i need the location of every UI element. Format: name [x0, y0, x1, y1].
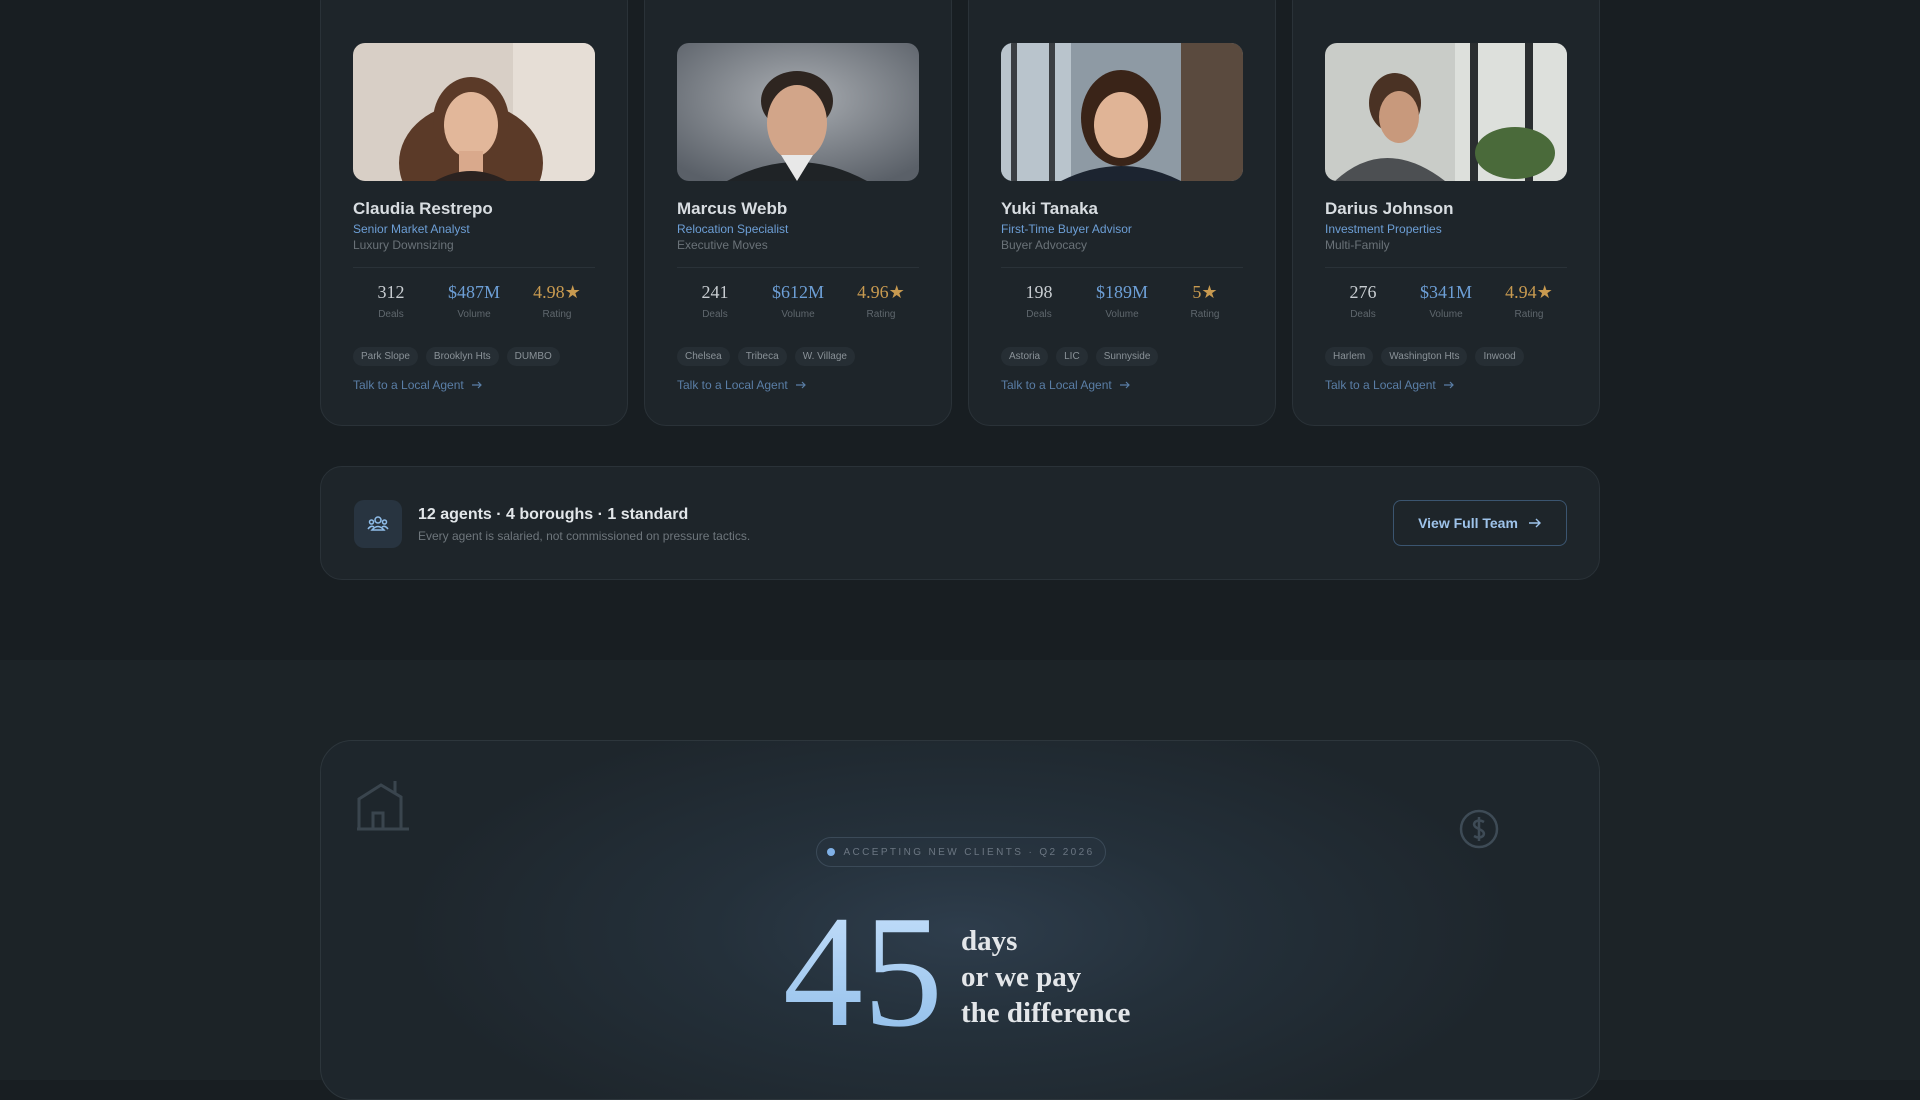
talk-to-agent-link[interactable]: Talk to a Local Agent — [1001, 378, 1131, 392]
arrow-right-icon — [471, 381, 482, 389]
agent-photo — [353, 43, 595, 181]
house-icon — [357, 781, 409, 831]
team-subtitle: Every agent is salaried, not commissione… — [418, 529, 751, 543]
status-dot — [827, 848, 836, 856]
talk-to-agent-link[interactable]: Talk to a Local Agent — [677, 378, 807, 392]
agent-role: Senior Market Analyst — [353, 222, 470, 236]
agent-name: Claudia Restrepo — [353, 199, 493, 218]
stat-volume: $612M Volume — [771, 282, 824, 320]
badge-label: ACCEPTING NEW CLIENTS · Q2 2026 — [843, 846, 1095, 858]
agents-section: Claudia Restrepo Senior Market Analyst L… — [0, 0, 1920, 660]
area-tag: Tribeca — [737, 347, 787, 366]
stat-rating: 4.94★ Rating — [1505, 282, 1553, 320]
divider — [1325, 267, 1567, 268]
guarantee-days-number: 45 — [783, 882, 943, 1060]
agent-photo — [1325, 43, 1567, 181]
agent-photo — [1001, 43, 1243, 181]
arrow-right-icon — [1119, 381, 1130, 389]
stat-volume: $341M Volume — [1419, 282, 1472, 320]
agent-name: Darius Johnson — [1325, 199, 1454, 218]
agent-card: Darius Johnson Investment Properties Mul… — [1292, 0, 1600, 426]
area-tag: W. Village — [794, 347, 855, 366]
tagline-line: or we pay — [961, 961, 1082, 993]
agent-name: Yuki Tanaka — [1001, 199, 1099, 218]
stat-deals: 241 Deals — [701, 282, 729, 320]
stat-rating: 4.96★ Rating — [857, 282, 905, 320]
agent-role: Relocation Specialist — [677, 222, 789, 236]
guarantee-panel: ACCEPTING NEW CLIENTS · Q2 2026 45 days … — [320, 740, 1600, 1100]
status-badge: ACCEPTING NEW CLIENTS · Q2 2026 — [816, 837, 1106, 867]
divider — [677, 267, 919, 268]
arrow-right-icon — [1443, 381, 1454, 389]
agent-stats: 198 Deals $189M Volume 5★ Rating — [1001, 281, 1243, 321]
divider — [1001, 267, 1243, 268]
agent-card: Marcus Webb Relocation Specialist Execut… — [644, 0, 952, 426]
agent-specialty: Luxury Downsizing — [353, 238, 454, 252]
area-tag: LIC — [1056, 347, 1088, 366]
area-tags: Harlem Washington Hts Inwood — [1325, 347, 1575, 367]
stat-deals: 312 Deals — [377, 282, 405, 320]
agent-specialty: Buyer Advocacy — [1001, 238, 1088, 252]
stat-deals: 276 Deals — [1349, 282, 1377, 320]
view-full-team-button[interactable]: View Full Team — [1393, 500, 1567, 546]
divider — [353, 267, 595, 268]
cta-label: Talk to a Local Agent — [1325, 378, 1436, 392]
area-tag: Inwood — [1475, 347, 1524, 366]
agent-role: Investment Properties — [1325, 222, 1442, 236]
arrow-right-icon — [1528, 518, 1541, 528]
dollar-icon — [1459, 809, 1499, 849]
talk-to-agent-link[interactable]: Talk to a Local Agent — [1325, 378, 1455, 392]
agent-specialty: Multi-Family — [1325, 238, 1390, 252]
area-tag: Brooklyn Hts — [425, 347, 499, 366]
team-summary-bar: 12 agents · 4 boroughs · 1 standard Ever… — [320, 466, 1600, 580]
area-tags: Park Slope Brooklyn Hts DUMBO — [353, 347, 603, 367]
agent-photo — [677, 43, 919, 181]
stat-rating: 5★ Rating — [1190, 282, 1220, 320]
cta-label: Talk to a Local Agent — [353, 378, 464, 392]
area-tag: DUMBO — [506, 347, 560, 366]
team-icon — [354, 500, 402, 548]
area-tag: Washington Hts — [1381, 347, 1468, 366]
area-tag: Astoria — [1001, 347, 1049, 366]
area-tag: Park Slope — [353, 347, 418, 366]
area-tag: Harlem — [1325, 347, 1374, 366]
tagline-line: the difference — [961, 997, 1131, 1029]
stat-deals: 198 Deals — [1025, 282, 1053, 320]
button-label: View Full Team — [1418, 515, 1518, 531]
agent-name: Marcus Webb — [677, 199, 788, 218]
agent-card: Claudia Restrepo Senior Market Analyst L… — [320, 0, 628, 426]
agent-role: First-Time Buyer Advisor — [1001, 222, 1132, 236]
guarantee-tagline: days or we pay the difference — [961, 923, 1130, 1031]
talk-to-agent-link[interactable]: Talk to a Local Agent — [353, 378, 483, 392]
area-tags: Chelsea Tribeca W. Village — [677, 347, 927, 367]
agent-specialty: Executive Moves — [677, 238, 768, 252]
area-tag: Chelsea — [677, 347, 730, 366]
area-tag: Sunnyside — [1095, 347, 1159, 366]
tagline-line: days — [961, 925, 1018, 957]
arrow-right-icon — [795, 381, 806, 389]
stat-rating: 4.98★ Rating — [533, 282, 581, 320]
cta-label: Talk to a Local Agent — [1001, 378, 1112, 392]
stat-volume: $189M Volume — [1095, 282, 1148, 320]
cta-label: Talk to a Local Agent — [677, 378, 788, 392]
team-title: 12 agents · 4 boroughs · 1 standard — [418, 506, 689, 523]
agent-stats: 241 Deals $612M Volume 4.96★ Rating — [677, 281, 919, 321]
area-tags: Astoria LIC Sunnyside — [1001, 347, 1251, 367]
agent-card: Yuki Tanaka First-Time Buyer Advisor Buy… — [968, 0, 1276, 426]
agent-stats: 312 Deals $487M Volume 4.98★ Rating — [353, 281, 595, 321]
agent-stats: 276 Deals $341M Volume 4.94★ Rating — [1325, 281, 1567, 321]
stat-volume: $487M Volume — [447, 282, 500, 320]
